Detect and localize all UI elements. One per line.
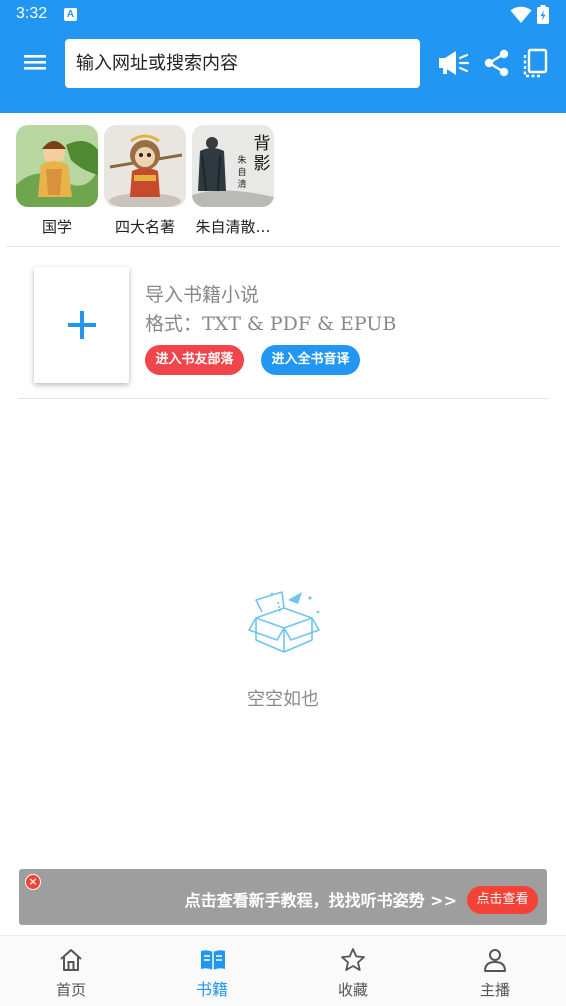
person-icon [484, 949, 506, 972]
cover-author-char: 朱 [237, 154, 246, 166]
view-tutorial-button[interactable]: 点击查看 [467, 886, 538, 914]
wifi-icon [510, 6, 532, 23]
guoxue-cover-image [16, 125, 98, 207]
search-input[interactable] [65, 39, 420, 88]
search-box[interactable] [65, 39, 420, 88]
enter-book-tribe-button[interactable]: 进入书友部落 [145, 345, 244, 375]
import-title: 导入书籍小说 [145, 284, 260, 306]
banner-message: 点击查看新手教程，找找听书姿势 >> [184, 891, 457, 910]
tab-anchors[interactable]: 主播 [455, 936, 535, 1006]
open-book-icon [201, 950, 225, 970]
notification-icon: A [64, 8, 77, 21]
tab-label: 收藏 [337, 981, 368, 999]
app-bar: 3:32 A [0, 0, 566, 113]
import-format: 格式：TXT & PDF & EPUB [145, 313, 397, 335]
battery-icon [537, 5, 549, 24]
cover-author-char: 清 [237, 178, 246, 190]
cover-author-char: 自 [237, 166, 246, 178]
divider [6, 246, 560, 247]
bottom-nav: 首页 书籍 收藏 主播 [0, 935, 566, 1006]
empty-box-icon [248, 591, 320, 653]
enter-full-translation-button[interactable]: 进入全书音译 [261, 345, 360, 375]
pages-icon[interactable] [519, 46, 553, 80]
plus-icon [67, 311, 96, 339]
star-icon [341, 948, 365, 971]
tab-books[interactable]: 书籍 [172, 936, 252, 1006]
category-guoxue[interactable]: 国学 [15, 125, 99, 237]
four-classics-cover-image [104, 125, 186, 207]
tab-favorites[interactable]: 收藏 [313, 936, 393, 1006]
cover-title-char: 背 [254, 134, 271, 154]
zhu-ziqing-cover-image: 背 影 朱 自 清 [192, 125, 274, 207]
tutorial-banner[interactable]: × 点击查看新手教程，找找听书姿势 >> 点击查看 [19, 869, 547, 925]
status-bar: 3:32 A [0, 0, 566, 30]
cover-title-char: 影 [254, 154, 271, 174]
home-icon [60, 949, 82, 971]
share-icon[interactable] [480, 46, 514, 80]
category-label: 国学 [41, 218, 72, 236]
tab-label: 书籍 [195, 980, 228, 999]
import-book-button[interactable] [34, 267, 129, 383]
category-four-classics[interactable]: 四大名著 [103, 125, 187, 237]
category-label: 四大名著 [114, 218, 175, 236]
tab-label: 主播 [479, 981, 510, 999]
tab-label: 首页 [55, 981, 86, 999]
megaphone-icon[interactable] [436, 46, 470, 80]
close-icon[interactable]: × [25, 874, 41, 890]
tab-home[interactable]: 首页 [31, 936, 111, 1006]
category-label: 朱自清散… [195, 218, 271, 236]
divider [18, 398, 549, 399]
status-time: 3:32 [16, 5, 48, 22]
category-zhu-ziqing[interactable]: 背 影 朱 自 清 朱自清散… [191, 125, 275, 237]
empty-state-text: 空空如也 [247, 689, 319, 710]
menu-icon[interactable] [20, 48, 50, 76]
